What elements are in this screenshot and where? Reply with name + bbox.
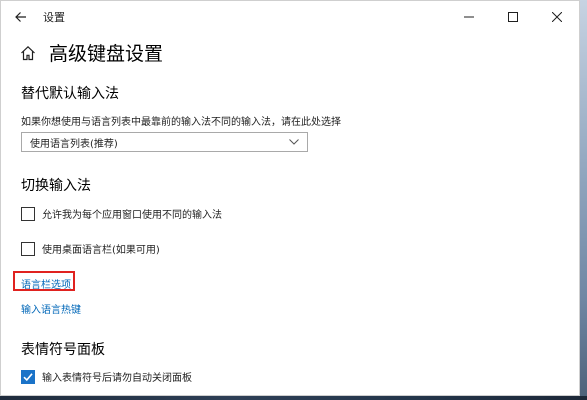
override-section-title: 替代默认输入法 xyxy=(21,86,119,102)
minimize-button[interactable] xyxy=(447,1,491,33)
settings-window: 设置 高级键盘设置 替代默认输入法 如果你想使用与语言列表中最靠前的输入法不同的… xyxy=(0,0,580,396)
maximize-button[interactable] xyxy=(491,1,535,33)
checkbox-label: 输入表情符号后请勿自动关闭面板 xyxy=(42,373,192,384)
switch-section-title: 切换输入法 xyxy=(21,178,91,194)
checkmark-icon xyxy=(23,372,33,381)
input-method-dropdown[interactable]: 使用语言列表(推荐) xyxy=(21,132,308,152)
checkbox-label: 使用桌面语言栏(如果可用) xyxy=(42,245,160,256)
emoji-section-title: 表情符号面板 xyxy=(21,342,105,358)
per-app-input-checkbox[interactable] xyxy=(21,206,35,221)
input-language-hotkeys-link[interactable]: 输入语言热键 xyxy=(21,301,81,316)
chevron-down-icon xyxy=(289,139,299,145)
per-app-input-checkbox-row[interactable]: 允许我为每个应用窗口使用不同的输入法 xyxy=(21,206,222,221)
close-icon xyxy=(552,12,562,22)
window-controls xyxy=(447,1,579,33)
checkbox-label: 允许我为每个应用窗口使用不同的输入法 xyxy=(42,210,222,221)
maximize-icon xyxy=(508,12,518,22)
emoji-panel-checkbox-row[interactable]: 输入表情符号后请勿自动关闭面板 xyxy=(21,369,192,384)
close-button[interactable] xyxy=(535,1,579,33)
title-bar[interactable]: 设置 xyxy=(1,1,579,33)
desktop-taskbar-edge xyxy=(0,396,587,400)
back-arrow-icon xyxy=(15,12,26,22)
desktop-language-bar-checkbox-row[interactable]: 使用桌面语言栏(如果可用) xyxy=(21,241,160,256)
override-description: 如果你想使用与语言列表中最靠前的输入法不同的输入法，请在此处选择 xyxy=(21,117,341,128)
dropdown-selected-value: 使用语言列表(推荐) xyxy=(30,138,118,150)
minimize-icon xyxy=(464,16,474,18)
language-bar-options-link[interactable]: 语言栏选项 xyxy=(21,276,71,291)
back-button[interactable] xyxy=(1,1,41,33)
page-header: 高级键盘设置 xyxy=(20,39,163,66)
home-icon[interactable] xyxy=(20,45,36,61)
desktop-background xyxy=(580,0,587,400)
emoji-panel-checkbox[interactable] xyxy=(21,369,35,384)
window-title: 设置 xyxy=(43,11,65,24)
desktop-language-bar-checkbox[interactable] xyxy=(21,241,35,256)
page-title: 高级键盘设置 xyxy=(49,43,164,65)
